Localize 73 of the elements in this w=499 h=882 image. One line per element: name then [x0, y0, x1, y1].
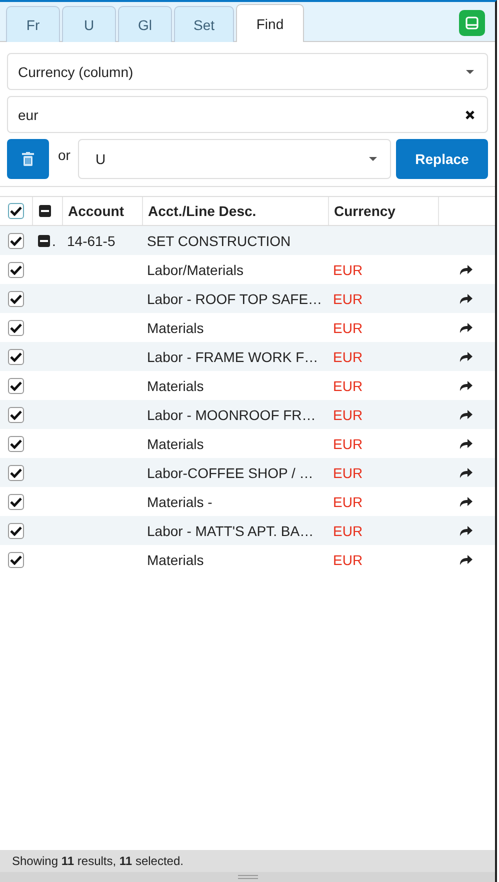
- tab[interactable]: Gl: [118, 6, 172, 42]
- checkbox[interactable]: [8, 494, 24, 510]
- table-cell-text: EUR: [332, 552, 364, 568]
- column-header[interactable]: Acct./Line Desc.: [143, 197, 329, 225]
- table-cell-text: Labor-COFFEE SHOP / …: [146, 464, 314, 480]
- search-field[interactable]: eur: [7, 96, 488, 133]
- tab[interactable]: Set: [174, 6, 234, 42]
- checkbox[interactable]: [8, 348, 24, 364]
- tab[interactable]: U: [62, 6, 116, 42]
- table-cell-text: Labor - ROOF TOP SAFE…: [146, 290, 324, 306]
- trash-icon: [22, 152, 34, 166]
- status-text: Showing 11 results, 11 selected.: [0, 850, 495, 872]
- table-cell-text: EUR: [332, 464, 364, 480]
- column-select[interactable]: Currency (column): [7, 53, 488, 90]
- checkbox[interactable]: [8, 378, 24, 394]
- table-cell-text: Materials: [146, 320, 205, 336]
- column-header[interactable]: Account: [63, 197, 143, 225]
- checkbox[interactable]: [8, 290, 24, 306]
- checkbox[interactable]: [8, 320, 24, 336]
- share-arrow-icon[interactable]: [459, 292, 473, 304]
- replace-button[interactable]: Replace: [396, 139, 488, 179]
- clear-icon[interactable]: [465, 110, 475, 120]
- panel-icon: [465, 16, 479, 30]
- cell-text: .: [52, 232, 56, 248]
- collapse-icon[interactable]: [38, 234, 50, 246]
- table-cell-text: EUR: [332, 406, 364, 422]
- table-cell-text: Materials: [146, 436, 205, 452]
- checkbox[interactable]: [8, 552, 24, 568]
- caret-icon: [368, 156, 378, 162]
- tab[interactable]: Fr: [6, 6, 60, 42]
- table-cell-text: Labor - MOONROOF FR…: [146, 406, 317, 422]
- share-arrow-icon[interactable]: [459, 408, 473, 420]
- tab[interactable]: Find: [236, 4, 304, 42]
- share-arrow-icon[interactable]: [459, 350, 473, 362]
- share-arrow-icon[interactable]: [459, 496, 473, 508]
- share-arrow-icon[interactable]: [459, 554, 473, 566]
- table-cell-text: EUR: [332, 348, 364, 364]
- delete-button[interactable]: [7, 139, 49, 179]
- table-cell-text: EUR: [332, 436, 364, 452]
- share-arrow-icon[interactable]: [459, 264, 473, 276]
- checkbox[interactable]: [8, 232, 24, 248]
- table-cell-text: Labor - MATT'S APT. BA…: [146, 522, 315, 538]
- collapse-icon[interactable]: [39, 205, 51, 217]
- share-arrow-icon[interactable]: [459, 380, 473, 392]
- checkbox[interactable]: [8, 522, 24, 538]
- replace-select[interactable]: U: [78, 139, 391, 179]
- table-cell-text: Materials -: [146, 494, 214, 510]
- checkbox[interactable]: [8, 436, 24, 452]
- checkbox[interactable]: [8, 262, 24, 278]
- panel-toggle-button[interactable]: [459, 10, 485, 36]
- or-label: or: [58, 147, 70, 163]
- table-cell-text: EUR: [332, 378, 364, 394]
- table-cell-text: EUR: [332, 290, 364, 306]
- resize-handle[interactable]: [0, 872, 495, 882]
- share-arrow-icon[interactable]: [459, 466, 473, 478]
- table-cell-text: EUR: [332, 262, 364, 278]
- share-arrow-icon[interactable]: [459, 524, 473, 536]
- table-cell-text: EUR: [332, 494, 364, 510]
- table-cell-text: Materials: [146, 552, 205, 568]
- caret-icon: [465, 68, 475, 74]
- table-cell-text: Labor/Materials: [146, 262, 244, 278]
- table-cell-text: 14-61-5: [66, 232, 116, 248]
- checkbox[interactable]: [8, 203, 24, 219]
- table-cell-text: Labor - FRAME WORK F…: [146, 348, 320, 364]
- table-cell-text: SET CONSTRUCTION: [146, 232, 292, 248]
- table-cell-text: Materials: [146, 378, 205, 394]
- column-header[interactable]: Currency: [329, 197, 439, 225]
- checkbox[interactable]: [8, 406, 24, 422]
- table-cell-text: EUR: [332, 320, 364, 336]
- table-cell-text: EUR: [332, 522, 364, 538]
- share-arrow-icon[interactable]: [459, 438, 473, 450]
- share-arrow-icon[interactable]: [459, 322, 473, 334]
- checkbox[interactable]: [8, 464, 24, 480]
